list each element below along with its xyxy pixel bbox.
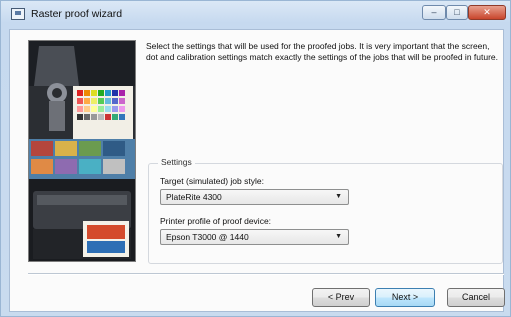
wizard-window: Raster proof wizard – □ ✕ Select the set…	[0, 0, 511, 317]
separator	[28, 273, 504, 275]
job-style-select[interactable]: PlateRite 4300 ▼	[160, 189, 349, 205]
cancel-button[interactable]: Cancel	[447, 288, 505, 307]
maximize-button[interactable]: □	[446, 5, 468, 20]
intro-text: Select the settings that will be used fo…	[146, 41, 499, 62]
prev-button[interactable]: < Prev	[312, 288, 370, 307]
wizard-content: Select the settings that will be used fo…	[9, 29, 505, 312]
window-title: Raster proof wizard	[31, 8, 123, 20]
app-icon	[11, 8, 25, 20]
chevron-down-icon: ▼	[335, 193, 342, 200]
printer-profile-select[interactable]: Epson T3000 @ 1440 ▼	[160, 229, 349, 245]
close-icon: ✕	[483, 7, 491, 17]
minimize-button[interactable]: –	[422, 5, 446, 20]
maximize-icon: □	[454, 7, 460, 17]
job-style-value: PlateRite 4300	[166, 192, 222, 202]
chevron-down-icon: ▼	[335, 233, 342, 240]
minimize-icon: –	[431, 7, 437, 17]
job-style-label: Target (simulated) job style:	[160, 176, 264, 186]
close-button[interactable]: ✕	[468, 5, 506, 20]
settings-legend: Settings	[158, 157, 195, 167]
printer-profile-value: Epson T3000 @ 1440	[166, 232, 249, 242]
profile-label: Printer profile of proof device:	[160, 216, 272, 226]
title-bar[interactable]: Raster proof wizard – □ ✕	[1, 1, 510, 28]
wizard-side-image	[28, 40, 136, 262]
next-button[interactable]: Next >	[375, 288, 435, 307]
